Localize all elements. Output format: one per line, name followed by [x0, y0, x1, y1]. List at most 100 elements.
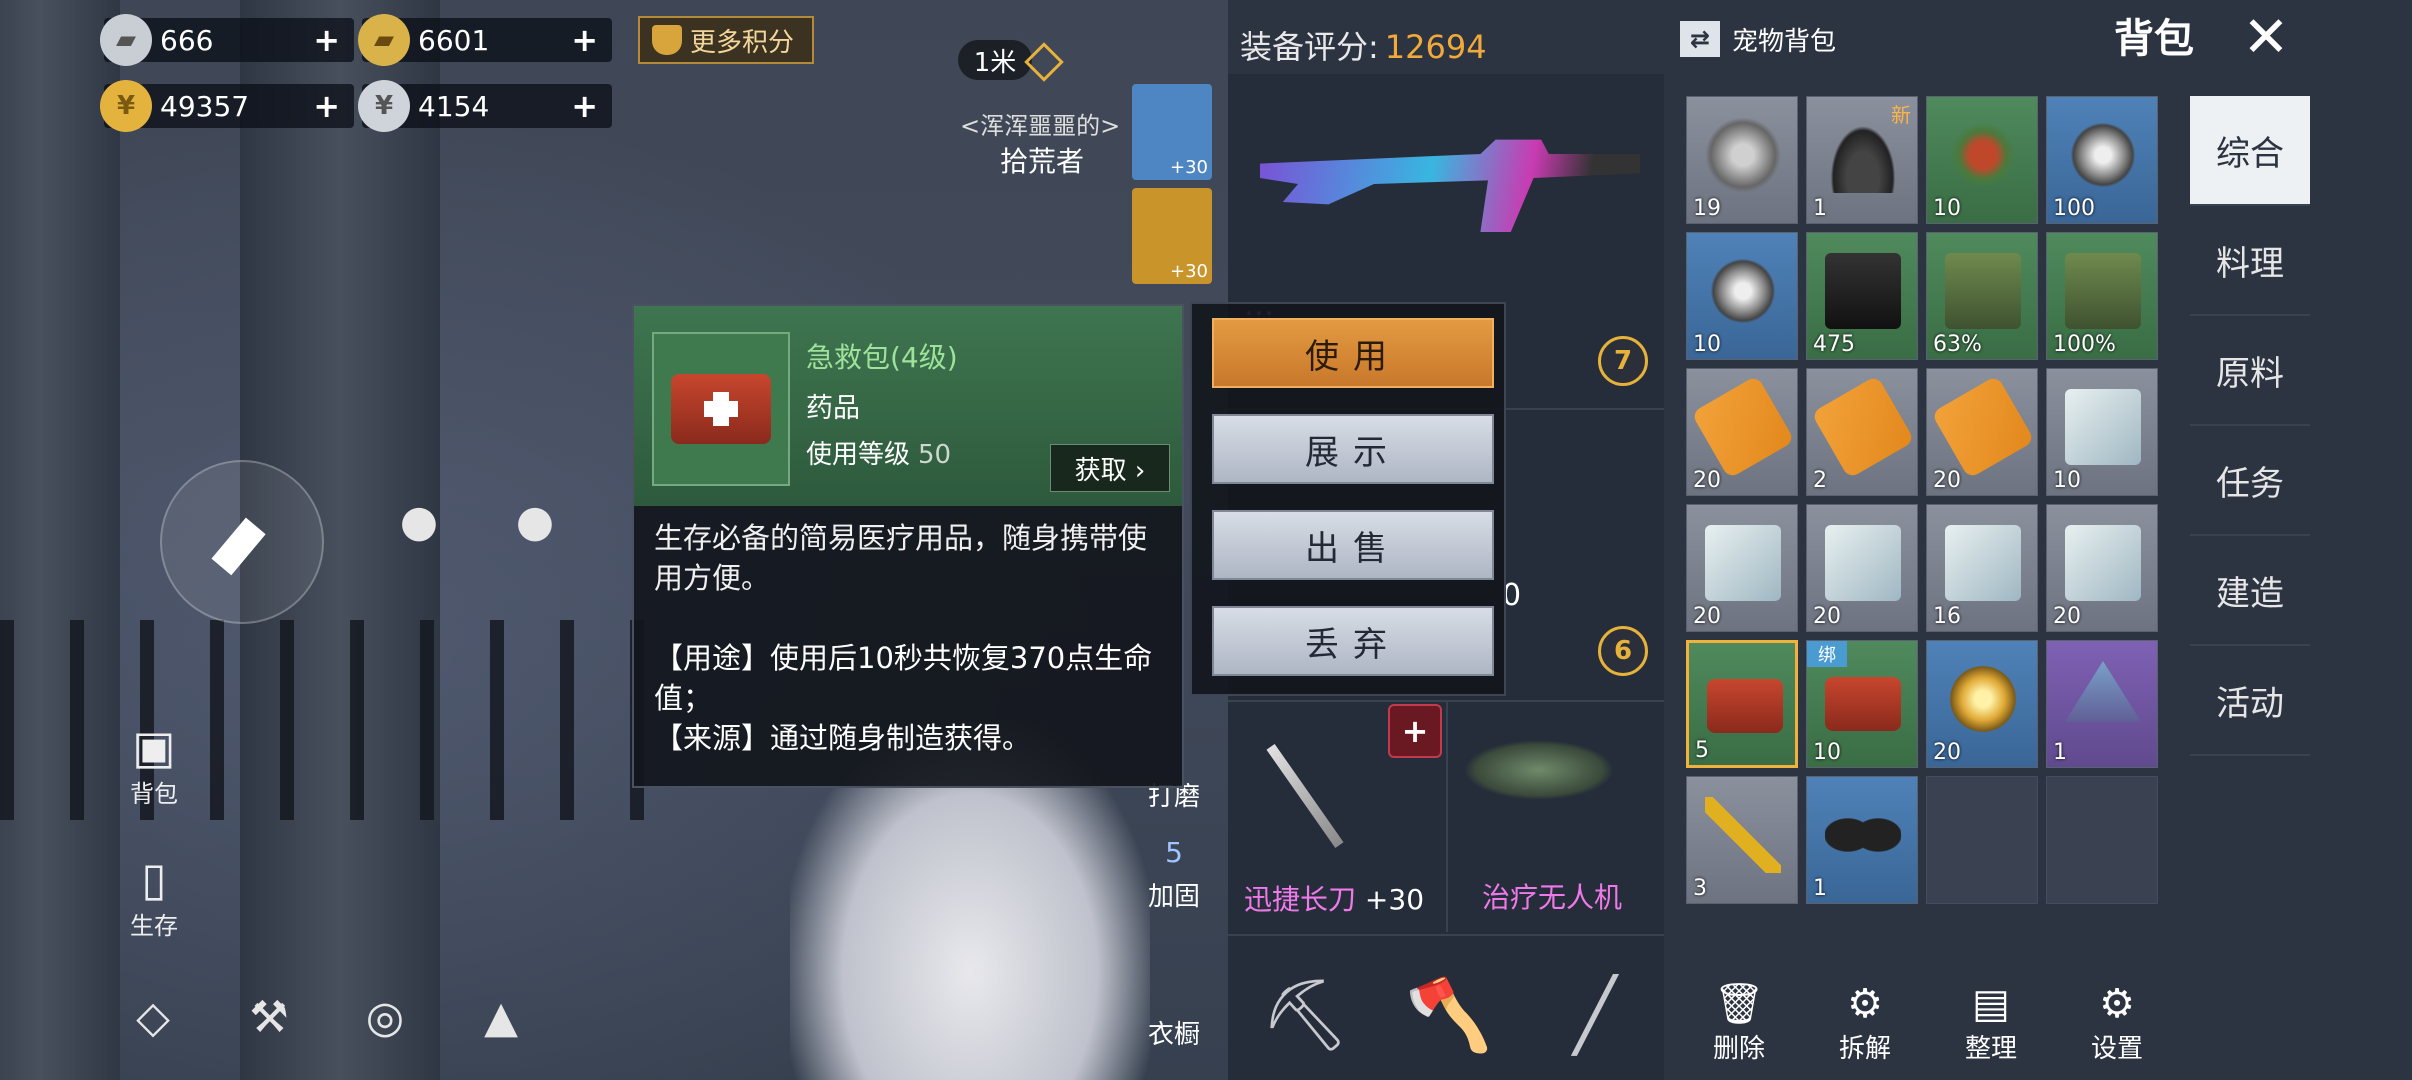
item-count: 1 [1813, 876, 1827, 901]
vehicle-button[interactable]: ◎ [350, 982, 420, 1052]
drone-image [1464, 740, 1614, 800]
tool-slot[interactable]: ╱ [1530, 950, 1660, 1080]
get-button[interactable]: 获取 › [1050, 444, 1170, 492]
armor-slot[interactable]: +30 [1132, 84, 1212, 180]
item-icon-frame [652, 332, 790, 486]
inventory-item[interactable]: 10 绑 [1806, 640, 1918, 768]
gear-icon [1945, 661, 2021, 737]
tab-2[interactable]: 原料 [2190, 316, 2310, 426]
npc-title[interactable]: 拾荒者 [1000, 140, 1084, 180]
pet-bag-label: 宠物背包 [1732, 26, 1837, 57]
inventory-item[interactable]: 20 [2046, 504, 2158, 632]
iron-fence [0, 620, 680, 820]
score-label: 装备评分: [1240, 28, 1379, 66]
item-count: 5 [1695, 738, 1709, 763]
equipment-score: 装备评分: 12694 [1240, 22, 1487, 68]
item-count: 1 [1813, 196, 1827, 221]
tab-0[interactable]: 综合 [2190, 96, 2310, 206]
attack-button[interactable]: ▮ [160, 460, 324, 624]
inventory-item[interactable]: 475 [1806, 232, 1918, 360]
axe-icon: 🪓 [1405, 973, 1493, 1056]
inventory-item[interactable]: 10 [1926, 96, 2038, 224]
item-count: 19 [1693, 196, 1721, 221]
gear-icon: ⚙ [2099, 981, 2135, 1027]
inventory-item[interactable]: 10 [1686, 232, 1798, 360]
item-count: 63% [1933, 332, 1982, 357]
score-value: 12694 [1384, 28, 1487, 66]
helmet-level: +30 [1170, 261, 1208, 282]
box-icon [2065, 253, 2141, 329]
battery-icon [1825, 253, 1901, 329]
empty-slot [2046, 776, 2158, 904]
item-tooltip: 急救包(4级) 药品 使用等级 50 获取 › 生存必备的简易医疗用品，随身携带使… [632, 304, 1184, 788]
show-button[interactable]: 展示 [1212, 414, 1494, 484]
inventory-item[interactable]: 1新 [1806, 96, 1918, 224]
add-currency-button[interactable]: + [571, 21, 598, 59]
discard-button[interactable]: 丢弃 [1212, 606, 1494, 676]
inventory-item[interactable]: 16 [1926, 504, 2038, 632]
tab-4[interactable]: 建造 [2190, 536, 2310, 646]
inventory-item[interactable]: 20 [1686, 368, 1798, 496]
crouch-button[interactable]: ● [384, 486, 454, 556]
pet-bag-button[interactable]: ⇄ 宠物背包 [1680, 16, 1836, 62]
inventory-item[interactable]: 2 [1806, 368, 1918, 496]
fan-icon [1705, 253, 1781, 329]
add-currency-button[interactable]: + [571, 87, 598, 125]
add-currency-button[interactable]: + [313, 21, 340, 59]
inventory-item[interactable]: 1 [1806, 776, 1918, 904]
gold-coin-icon: ¥ [100, 80, 152, 132]
inventory-item[interactable]: 20 [1926, 368, 2038, 496]
pet-button[interactable]: ▲ [466, 982, 536, 1052]
sell-button[interactable]: 出售 [1212, 510, 1494, 580]
dismantle-button[interactable]: ⚙ 拆解 [1820, 980, 1910, 1065]
inventory-item[interactable]: 1 [2046, 640, 2158, 768]
helmet-slot[interactable]: +30 [1132, 188, 1212, 284]
inventory-item[interactable]: 63% [1926, 232, 2038, 360]
item-count: 475 [1813, 332, 1855, 357]
prone-button[interactable]: ● [500, 486, 570, 556]
inventory-item[interactable]: 3 [1686, 776, 1798, 904]
delete-button[interactable]: 🗑 删除 [1694, 980, 1784, 1065]
wardrobe-button[interactable]: 衣橱 [1134, 1014, 1214, 1051]
use-button[interactable]: 使用 [1212, 318, 1494, 388]
settings-label: 设置 [2090, 1034, 2143, 1064]
currency-value: 666 [160, 23, 214, 57]
item-count: 3 [1693, 876, 1707, 901]
axe-slot[interactable]: 🪓 [1384, 950, 1514, 1080]
add-currency-button[interactable]: + [313, 87, 340, 125]
scrap-icon [1705, 117, 1781, 193]
inventory-item[interactable]: 100% [2046, 232, 2158, 360]
dismantle-label: 拆解 [1838, 1034, 1891, 1064]
backpack-shortcut[interactable]: ▣ 背包 [120, 720, 188, 809]
inventory-item[interactable]: 19 [1686, 96, 1798, 224]
melee-slot[interactable]: 迅捷长刀 +30 [1244, 878, 1424, 918]
add-buff-button[interactable]: + [1388, 704, 1442, 758]
inventory-item[interactable]: 100 [2046, 96, 2158, 224]
med-icon [1707, 679, 1783, 733]
inventory-item[interactable]: 10 [2046, 368, 2158, 496]
settings-button[interactable]: ⚙ 设置 [2072, 980, 2162, 1065]
bandage-icon [2065, 525, 2141, 601]
tab-1[interactable]: 料理 [2190, 206, 2310, 316]
shield-icon [652, 25, 682, 55]
chat-button[interactable]: ◇ [118, 982, 188, 1052]
tab-3[interactable]: 任务 [2190, 426, 2310, 536]
pet-icon: ▲ [484, 991, 518, 1043]
currency-value: 6601 [418, 23, 490, 57]
pickaxe-slot[interactable]: ⛏ [1240, 950, 1370, 1080]
reinforce-button[interactable]: 加固 [1134, 876, 1214, 913]
sort-button[interactable]: ▤ 整理 [1946, 980, 2036, 1065]
steering-wheel-icon: ◎ [365, 991, 405, 1043]
item-count: 10 [1813, 740, 1841, 765]
more-points-button[interactable]: 更多积分 [638, 16, 814, 64]
inventory-item[interactable]: 20 [1806, 504, 1918, 632]
build-button[interactable]: ⚒ [234, 982, 304, 1052]
tab-5[interactable]: 活动 [2190, 646, 2310, 756]
inventory-item[interactable]: 5 [1686, 640, 1798, 768]
drone-slot[interactable]: 治疗无人机 [1482, 876, 1622, 916]
inventory-item[interactable]: 20 [1926, 640, 2038, 768]
stone-pillar [0, 0, 120, 1080]
close-button[interactable]: ✕ [2236, 10, 2296, 70]
inventory-item[interactable]: 20 [1686, 504, 1798, 632]
survive-shortcut[interactable]: ▯ 生存 [120, 852, 188, 941]
